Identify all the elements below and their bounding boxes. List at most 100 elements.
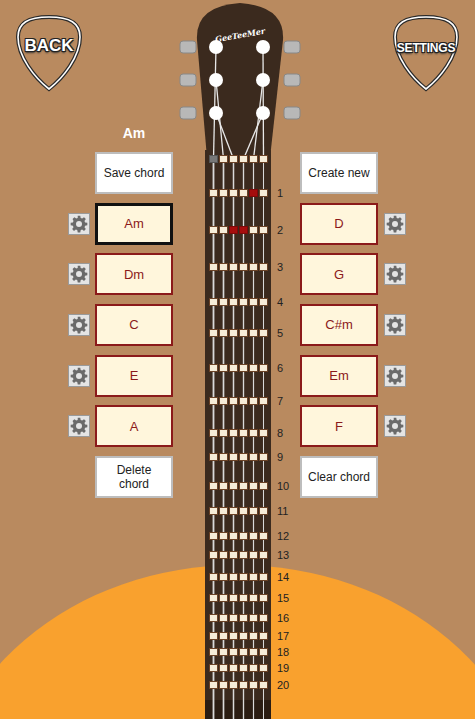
fret-cell[interactable] bbox=[229, 551, 238, 559]
fret-cell[interactable] bbox=[239, 648, 248, 656]
fret-cell[interactable] bbox=[209, 632, 218, 640]
open-string-toggle[interactable] bbox=[259, 155, 268, 163]
chord-button[interactable]: Em bbox=[300, 355, 378, 397]
gear-icon[interactable] bbox=[68, 415, 90, 437]
fret-cell[interactable] bbox=[249, 226, 258, 234]
fret-cell[interactable] bbox=[209, 329, 218, 337]
fret-cell[interactable] bbox=[249, 189, 258, 197]
fret-cell[interactable] bbox=[259, 532, 268, 540]
fret-cell[interactable] bbox=[239, 507, 248, 515]
fret-cell[interactable] bbox=[209, 614, 218, 622]
gear-icon[interactable] bbox=[68, 314, 90, 336]
fret-cell[interactable] bbox=[209, 226, 218, 234]
fret-cell[interactable] bbox=[249, 453, 258, 461]
fret-cell[interactable] bbox=[239, 429, 248, 437]
fret-cell[interactable] bbox=[239, 681, 248, 689]
fret-cell[interactable] bbox=[239, 532, 248, 540]
fret-cell[interactable] bbox=[249, 614, 258, 622]
clear-chord-button[interactable]: Clear chord bbox=[300, 456, 378, 498]
fret-cell[interactable] bbox=[219, 681, 228, 689]
fret-cell[interactable] bbox=[209, 364, 218, 372]
fret-cell[interactable] bbox=[219, 614, 228, 622]
fret-cell[interactable] bbox=[229, 482, 238, 490]
save-chord-button[interactable]: Save chord bbox=[95, 152, 173, 194]
fret-cell[interactable] bbox=[249, 429, 258, 437]
open-string-toggle[interactable] bbox=[219, 155, 228, 163]
fret-cell[interactable] bbox=[259, 632, 268, 640]
fret-cell[interactable] bbox=[219, 482, 228, 490]
fret-cell[interactable] bbox=[249, 507, 258, 515]
fret-cell[interactable] bbox=[209, 189, 218, 197]
fret-cell[interactable] bbox=[259, 189, 268, 197]
fret-cell[interactable] bbox=[249, 298, 258, 306]
fret-cell[interactable] bbox=[229, 189, 238, 197]
fret-cell[interactable] bbox=[209, 298, 218, 306]
fret-cell[interactable] bbox=[249, 632, 258, 640]
chord-button[interactable]: Am bbox=[95, 203, 173, 245]
fret-cell[interactable] bbox=[209, 573, 218, 581]
fret-cell[interactable] bbox=[209, 681, 218, 689]
fret-cell[interactable] bbox=[249, 364, 258, 372]
fret-cell[interactable] bbox=[229, 364, 238, 372]
fret-cell[interactable] bbox=[229, 507, 238, 515]
fret-cell[interactable] bbox=[219, 329, 228, 337]
fret-cell[interactable] bbox=[229, 453, 238, 461]
fret-cell[interactable] bbox=[259, 263, 268, 271]
fret-cell[interactable] bbox=[259, 594, 268, 602]
gear-icon[interactable] bbox=[384, 415, 406, 437]
fret-cell[interactable] bbox=[209, 397, 218, 405]
fret-cell[interactable] bbox=[209, 429, 218, 437]
fret-cell[interactable] bbox=[219, 507, 228, 515]
fret-cell[interactable] bbox=[239, 594, 248, 602]
fret-cell[interactable] bbox=[239, 298, 248, 306]
fret-cell[interactable] bbox=[239, 189, 248, 197]
chord-button[interactable]: A bbox=[95, 405, 173, 447]
fret-cell[interactable] bbox=[219, 573, 228, 581]
fret-cell[interactable] bbox=[229, 329, 238, 337]
fret-cell[interactable] bbox=[209, 648, 218, 656]
fret-cell[interactable] bbox=[249, 532, 258, 540]
fret-cell[interactable] bbox=[259, 482, 268, 490]
fret-cell[interactable] bbox=[209, 453, 218, 461]
fret-cell[interactable] bbox=[229, 298, 238, 306]
open-string-toggle[interactable] bbox=[209, 155, 218, 163]
gear-icon[interactable] bbox=[384, 263, 406, 285]
fret-cell[interactable] bbox=[219, 632, 228, 640]
fret-cell[interactable] bbox=[229, 664, 238, 672]
fret-cell[interactable] bbox=[239, 573, 248, 581]
fret-cell[interactable] bbox=[229, 632, 238, 640]
chord-button[interactable]: D bbox=[300, 203, 378, 245]
fret-cell[interactable] bbox=[259, 226, 268, 234]
fret-cell[interactable] bbox=[229, 397, 238, 405]
fret-cell[interactable] bbox=[209, 507, 218, 515]
fret-cell[interactable] bbox=[209, 532, 218, 540]
fret-cell[interactable] bbox=[259, 573, 268, 581]
fret-cell[interactable] bbox=[229, 429, 238, 437]
fret-cell[interactable] bbox=[219, 263, 228, 271]
fret-cell[interactable] bbox=[239, 632, 248, 640]
fret-cell[interactable] bbox=[219, 551, 228, 559]
chord-button[interactable]: C#m bbox=[300, 304, 378, 346]
fret-cell[interactable] bbox=[239, 364, 248, 372]
fret-cell[interactable] bbox=[219, 532, 228, 540]
fret-cell[interactable] bbox=[239, 551, 248, 559]
fret-cell[interactable] bbox=[259, 648, 268, 656]
fret-cell[interactable] bbox=[219, 298, 228, 306]
fret-cell[interactable] bbox=[259, 507, 268, 515]
fret-cell[interactable] bbox=[209, 664, 218, 672]
fret-cell[interactable] bbox=[229, 614, 238, 622]
fret-cell[interactable] bbox=[239, 329, 248, 337]
fret-cell[interactable] bbox=[259, 429, 268, 437]
fret-cell[interactable] bbox=[209, 482, 218, 490]
fret-cell[interactable] bbox=[239, 453, 248, 461]
fret-cell[interactable] bbox=[249, 263, 258, 271]
gear-icon[interactable] bbox=[68, 213, 90, 235]
fret-cell[interactable] bbox=[229, 573, 238, 581]
fret-cell[interactable] bbox=[219, 364, 228, 372]
fret-cell[interactable] bbox=[209, 594, 218, 602]
create-new-button[interactable]: Create new bbox=[300, 152, 378, 194]
gear-icon[interactable] bbox=[68, 263, 90, 285]
chord-button[interactable]: C bbox=[95, 304, 173, 346]
fret-cell[interactable] bbox=[249, 551, 258, 559]
fret-cell[interactable] bbox=[249, 648, 258, 656]
